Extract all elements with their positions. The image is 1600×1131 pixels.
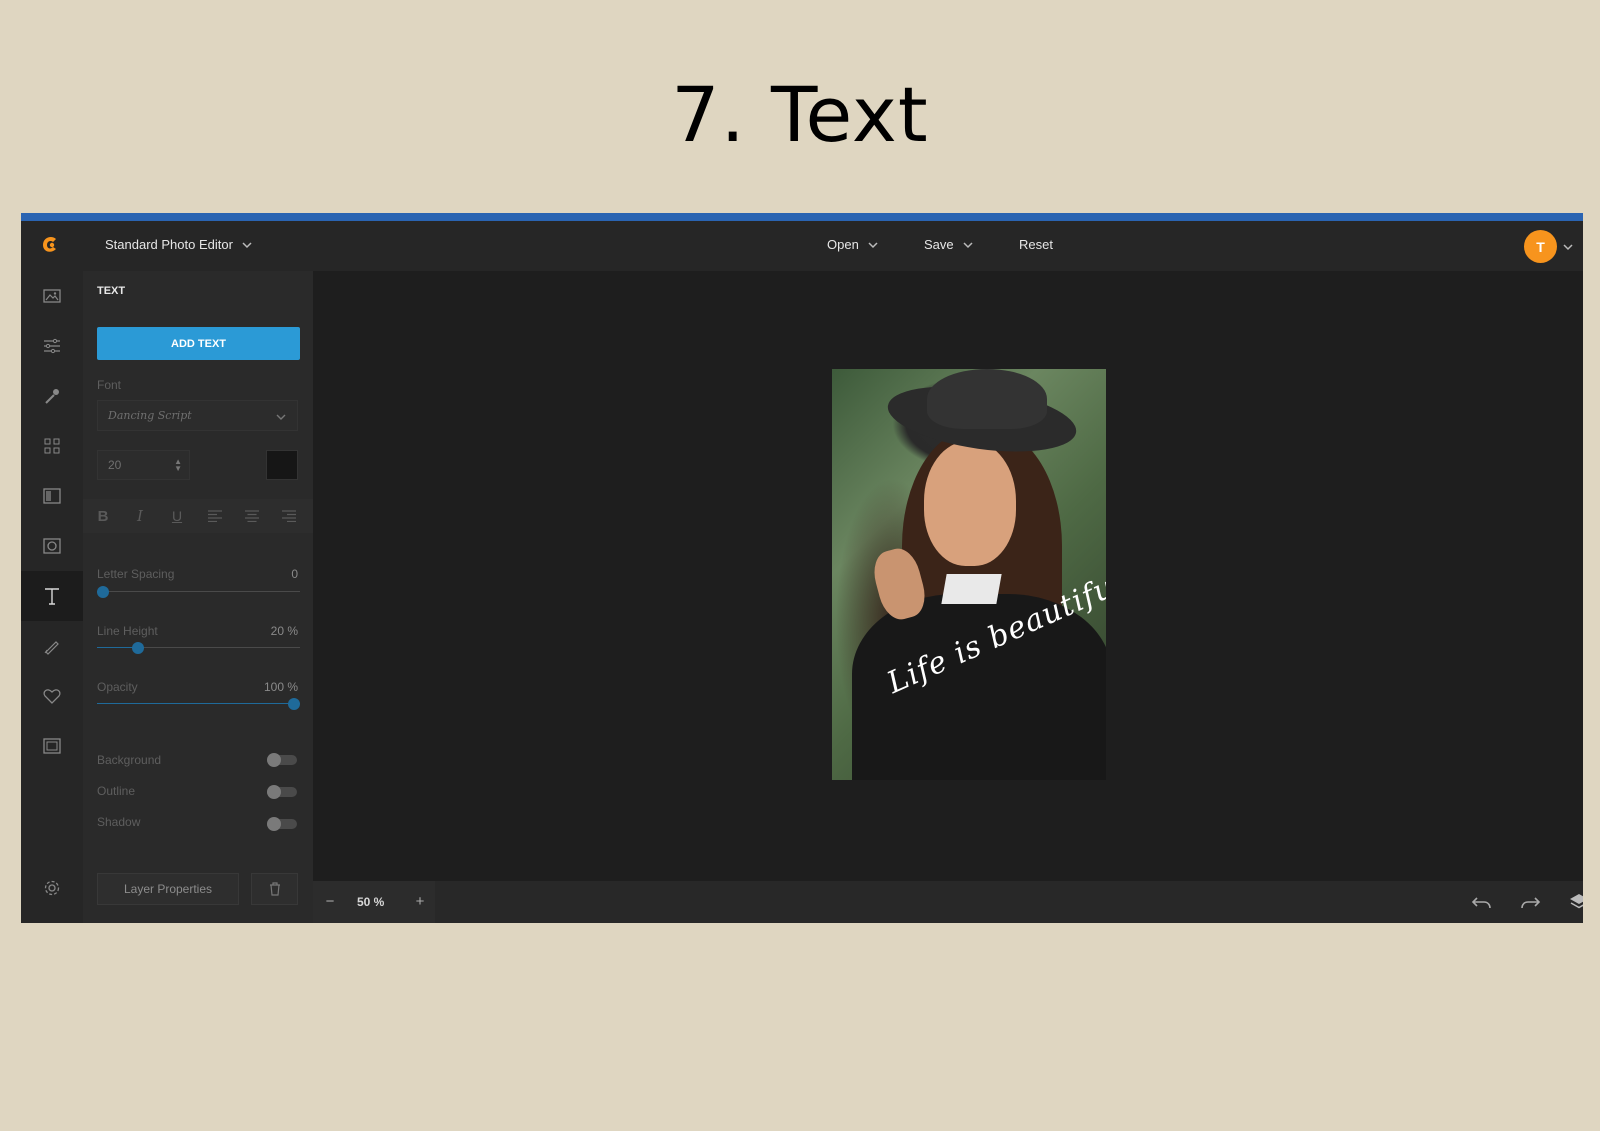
portrait-photo[interactable]: Life is beautiful. (832, 369, 1106, 780)
bottom-bar: − 50 % + (313, 881, 1583, 923)
align-right-icon[interactable] (278, 505, 300, 527)
photo-editor-window: Standard Photo Editor Open Save Reset T (21, 213, 1583, 923)
slide-title: 7. Text (671, 70, 929, 159)
delete-layer-button[interactable] (251, 873, 298, 905)
app-logo-icon[interactable] (39, 234, 61, 256)
zoom-level: 50 % (357, 895, 385, 909)
chevron-down-icon (242, 241, 252, 248)
save-menu-button[interactable]: Save (924, 237, 974, 252)
tool-settings[interactable] (21, 863, 83, 913)
tool-stickers[interactable] (21, 671, 83, 721)
adjust-icon (44, 338, 60, 354)
letter-spacing-slider[interactable] (97, 586, 300, 598)
save-label: Save (924, 237, 954, 252)
shadow-label: Shadow (97, 815, 141, 829)
line-height-value: 20 % (270, 624, 298, 638)
italic-icon[interactable]: I (129, 505, 151, 527)
chevron-down-icon (868, 241, 878, 248)
chevron-down-icon (963, 241, 973, 248)
tool-text[interactable] (21, 571, 83, 621)
panel-title: TEXT (97, 285, 126, 297)
font-label: Font (97, 378, 122, 392)
draw-icon (44, 641, 59, 655)
slider-handle[interactable] (287, 698, 300, 710)
opacity-slider[interactable] (97, 698, 300, 710)
reset-label: Reset (1019, 237, 1053, 252)
text-properties-panel: TEXT ADD TEXT Font Dancing Script 20 ▲ ▼ … (83, 271, 313, 923)
underline-icon[interactable]: U (166, 505, 188, 527)
font-dropdown[interactable]: Dancing Script (97, 400, 298, 431)
align-center-icon[interactable] (241, 505, 263, 527)
text-icon (45, 588, 59, 605)
font-size-stepper[interactable]: 20 ▲ ▼ (97, 450, 190, 480)
zoom-in-button[interactable]: + (410, 892, 430, 912)
line-height-slider[interactable] (97, 642, 300, 654)
retouch-icon (45, 389, 59, 404)
font-size-value: 20 (108, 458, 122, 472)
gear-icon (44, 880, 60, 896)
tool-draw[interactable] (21, 621, 83, 671)
user-avatar[interactable]: T (1524, 230, 1557, 263)
redo-icon[interactable] (1519, 892, 1541, 912)
layer-properties-button[interactable]: Layer Properties (97, 873, 239, 905)
text-color-swatch[interactable] (266, 450, 298, 480)
tool-elements[interactable] (21, 421, 83, 471)
editor-mode-label: Standard Photo Editor (105, 237, 233, 252)
account-chevron-down-icon[interactable] (1562, 241, 1574, 253)
letter-spacing-label: Letter Spacing (97, 567, 175, 581)
border-icon (43, 738, 61, 754)
background-toggle[interactable] (267, 753, 297, 767)
top-bar: Standard Photo Editor Open Save Reset T (21, 221, 1583, 271)
photo-collar-shape (941, 574, 1002, 604)
tool-filters[interactable] (21, 471, 83, 521)
tool-borders[interactable] (21, 721, 83, 771)
window-top-stripe (21, 213, 1583, 221)
open-menu-button[interactable]: Open (827, 237, 879, 252)
editor-mode-dropdown[interactable]: Standard Photo Editor (105, 237, 253, 252)
photo-face-shape (924, 441, 1016, 566)
slider-handle[interactable] (131, 642, 144, 654)
outline-toggle[interactable] (267, 785, 297, 799)
filter-icon (43, 488, 61, 504)
grid-icon (44, 438, 60, 454)
font-value: Dancing Script (108, 409, 192, 422)
align-left-icon[interactable] (204, 505, 226, 527)
reset-button[interactable]: Reset (1019, 237, 1053, 252)
stepper-arrows-icon[interactable]: ▲ ▼ (174, 458, 182, 473)
heart-icon (43, 689, 61, 704)
zoom-out-button[interactable]: − (320, 892, 340, 912)
letter-spacing-value: 0 (291, 567, 298, 581)
text-format-toolbar: B I U (83, 499, 313, 533)
tool-adjust[interactable] (21, 321, 83, 371)
slider-handle[interactable] (97, 586, 110, 598)
chevron-down-icon (276, 414, 286, 420)
tool-rail (21, 271, 83, 923)
tool-image[interactable] (21, 271, 83, 321)
trash-icon (269, 882, 280, 896)
shadow-toggle[interactable] (267, 817, 297, 831)
photo-hat-crown-shape (927, 369, 1047, 429)
line-height-label: Line Height (97, 624, 158, 638)
tool-frames[interactable] (21, 521, 83, 571)
background-label: Background (97, 753, 162, 767)
outline-label: Outline (97, 784, 136, 798)
editor-canvas[interactable]: Life is beautiful. (313, 271, 1583, 881)
zoom-control: − 50 % + (313, 881, 435, 923)
layers-icon[interactable] (1568, 892, 1583, 912)
tool-retouch[interactable] (21, 371, 83, 421)
opacity-value: 100 % (263, 680, 298, 694)
opacity-label: Opacity (97, 680, 138, 694)
image-icon (43, 289, 61, 303)
frame-icon (43, 538, 61, 554)
open-label: Open (827, 237, 859, 252)
bold-icon[interactable]: B (92, 505, 114, 527)
add-text-button[interactable]: ADD TEXT (97, 327, 300, 360)
undo-icon[interactable] (1471, 892, 1493, 912)
